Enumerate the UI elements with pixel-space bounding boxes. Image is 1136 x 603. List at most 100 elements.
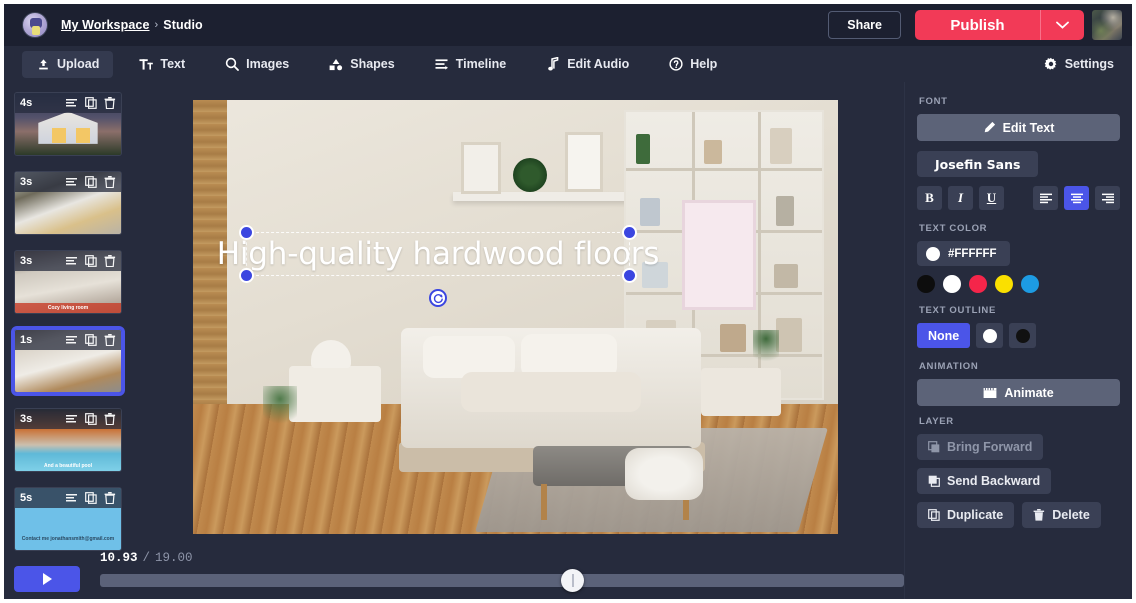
chevron-down-icon[interactable] — [1040, 10, 1084, 40]
scene-thumbnail-4[interactable]: 1s — [11, 326, 125, 396]
tab-help-label: Help — [690, 57, 718, 71]
send-backward-button[interactable]: Send Backward — [917, 468, 1052, 494]
canvas-wreath — [513, 158, 547, 192]
breadcrumb-workspace-link[interactable]: My Workspace — [61, 18, 150, 32]
scene-list-sidebar[interactable]: 4s 3s 3s Cozy living room 1s 3s And a be… — [4, 82, 134, 599]
color-swatch-white[interactable] — [943, 275, 961, 293]
underline-button[interactable]: U — [979, 186, 1004, 210]
timeline-icon — [435, 57, 449, 71]
align-right-icon[interactable] — [1095, 186, 1120, 210]
duplicate-icon[interactable] — [85, 255, 97, 267]
color-swatch-blue[interactable] — [1021, 275, 1039, 293]
play-button[interactable] — [14, 566, 80, 592]
trash-icon[interactable] — [104, 413, 116, 425]
caption-icon[interactable] — [66, 335, 78, 346]
preview-canvas[interactable]: High-quality hardwood floors — [193, 100, 838, 534]
outline-white-button[interactable] — [976, 323, 1004, 348]
publish-button[interactable]: Publish — [915, 10, 1040, 40]
bring-forward-button[interactable]: Bring Forward — [917, 434, 1044, 460]
canvas-bench-leg — [541, 484, 547, 520]
share-button[interactable]: Share — [828, 11, 901, 39]
tab-shapes[interactable]: Shapes — [315, 51, 408, 78]
duplicate-icon[interactable] — [85, 97, 97, 109]
tab-images[interactable]: Images — [211, 51, 303, 78]
canvas-plant-left — [263, 386, 297, 438]
resize-handle-bottom-right[interactable] — [622, 268, 637, 283]
tab-edit-audio[interactable]: Edit Audio — [532, 51, 643, 78]
scene-toolbar: 5s — [15, 488, 121, 508]
workspace-avatar-icon[interactable] — [22, 12, 48, 38]
scrubber-handle[interactable] — [561, 569, 584, 592]
duplicate-icon[interactable] — [85, 413, 97, 425]
user-avatar[interactable] — [1092, 10, 1122, 40]
duplicate-icon[interactable] — [85, 176, 97, 188]
tab-text[interactable]: Text — [125, 51, 199, 78]
scene-toolbar: 3s — [15, 172, 121, 192]
trash-icon[interactable] — [104, 97, 116, 109]
color-swatch-red[interactable] — [969, 275, 987, 293]
layer-backward-icon — [928, 475, 940, 487]
tab-timeline[interactable]: Timeline — [421, 51, 520, 78]
time-readout: 10.93 / 19.00 — [100, 551, 193, 565]
trash-icon[interactable] — [104, 176, 116, 188]
edit-text-label: Edit Text — [1002, 120, 1055, 135]
animation-label: ANIMATION — [919, 361, 979, 372]
duplicate-icon[interactable] — [85, 492, 97, 504]
outline-none-button[interactable]: None — [917, 323, 971, 348]
tab-help[interactable]: Help — [655, 51, 731, 78]
animate-button[interactable]: Animate — [917, 379, 1120, 406]
align-center-icon[interactable] — [1064, 186, 1089, 210]
trash-icon[interactable] — [104, 334, 116, 346]
scene-thumbnail-3[interactable]: 3s Cozy living room — [14, 250, 122, 314]
top-bar-actions: Share Publish — [828, 10, 1132, 40]
scene-toolbar: 3s — [15, 409, 121, 429]
resize-handle-bottom-left[interactable] — [239, 268, 254, 283]
font-family-selector[interactable]: Josefin Sans — [917, 151, 1039, 177]
trash-icon[interactable] — [104, 492, 116, 504]
duplicate-layer-button[interactable]: Duplicate — [917, 502, 1015, 528]
canvas-fur-throw — [625, 448, 703, 500]
scene-thumbnail-1[interactable]: 4s — [14, 92, 122, 156]
text-properties-panel: FONT Edit Text Josefin Sans B I U TEXT C… — [904, 82, 1132, 599]
scene-thumbnail-5[interactable]: 3s And a beautiful pool — [14, 408, 122, 472]
scene-duration: 3s — [20, 413, 33, 425]
canvas-nightstand-left — [289, 366, 381, 422]
italic-button[interactable]: I — [948, 186, 973, 210]
breadcrumb-current: Studio — [163, 18, 203, 32]
delete-layer-button[interactable]: Delete — [1022, 502, 1101, 528]
text-color-selector[interactable]: #FFFFFF — [917, 241, 1010, 266]
color-swatch-yellow[interactable] — [995, 275, 1013, 293]
gear-icon — [1044, 57, 1058, 71]
scene-thumbnail-6[interactable]: 5s Contact me jonathansmith@gmail.com — [14, 487, 122, 551]
settings-button[interactable]: Settings — [1044, 57, 1132, 71]
canvas-wall-sign — [565, 132, 603, 192]
rotate-icon[interactable] — [429, 289, 447, 307]
scene-duration: 3s — [20, 176, 33, 188]
scene-duration: 4s — [20, 97, 33, 109]
caption-icon[interactable] — [66, 177, 78, 188]
edit-text-button[interactable]: Edit Text — [917, 114, 1120, 141]
trash-icon[interactable] — [104, 255, 116, 267]
resize-handle-top-right[interactable] — [622, 225, 637, 240]
caption-icon[interactable] — [66, 256, 78, 267]
layer-action-row: Duplicate Delete — [917, 502, 1120, 536]
scene-duration: 5s — [20, 492, 33, 504]
outline-black-button[interactable] — [1009, 323, 1037, 348]
duplicate-icon[interactable] — [85, 334, 97, 346]
bold-button[interactable]: B — [917, 186, 942, 210]
scene-thumbnail-2[interactable]: 3s — [14, 171, 122, 235]
timeline-scrubber[interactable] — [100, 569, 904, 592]
resize-handle-top-left[interactable] — [239, 225, 254, 240]
scene-duration: 1s — [20, 334, 33, 346]
tab-upload[interactable]: Upload — [22, 50, 114, 78]
text-element-selection[interactable]: High-quality hardwood floors — [217, 225, 659, 307]
color-swatch-black[interactable] — [917, 275, 935, 293]
caption-icon[interactable] — [66, 98, 78, 109]
caption-icon[interactable] — [66, 414, 78, 425]
tab-timeline-label: Timeline — [455, 57, 507, 71]
canvas-text-overlay[interactable]: High-quality hardwood floors — [217, 236, 660, 272]
font-section-label: FONT — [919, 96, 948, 107]
align-left-icon[interactable] — [1033, 186, 1058, 210]
color-swatch-row — [917, 275, 1120, 293]
caption-icon[interactable] — [66, 493, 78, 504]
